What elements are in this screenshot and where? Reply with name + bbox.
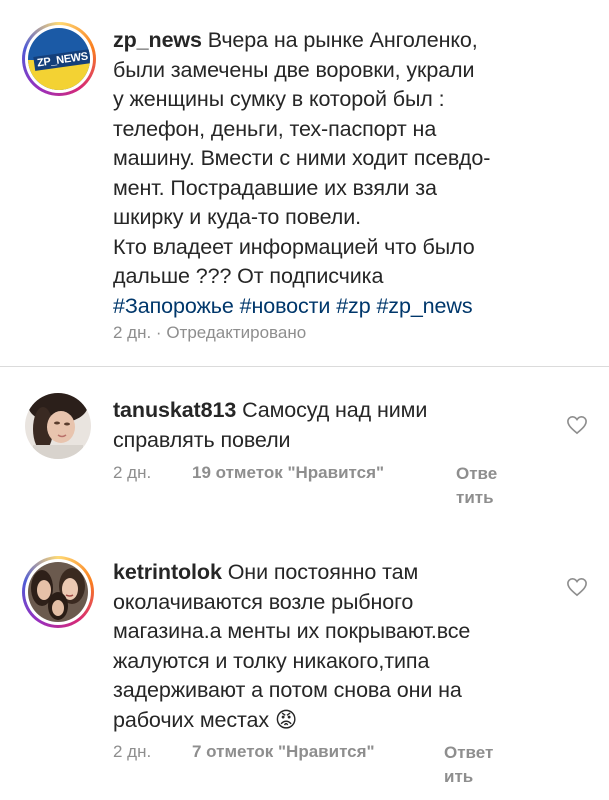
comment-line: задерживают а потом снова они на bbox=[113, 678, 462, 702]
hashtag-link[interactable]: #zp_news bbox=[376, 294, 472, 318]
comment-time: 2 дн. bbox=[113, 742, 152, 761]
comment-time: 2 дн. bbox=[113, 463, 152, 482]
caption-line: машину. Вмести с ними ходит псевдо- bbox=[113, 146, 491, 170]
user-photo-tanuskat bbox=[25, 393, 91, 459]
user-photo-ketrintolok bbox=[28, 562, 88, 622]
caption-line: дальше ??? От подписчика bbox=[113, 264, 384, 288]
comment-likes[interactable]: 19 отметок "Нравится" bbox=[192, 463, 384, 483]
caption-line: у женщины сумку в которой был : bbox=[113, 87, 445, 111]
comment-line: Они постоянно там bbox=[227, 560, 419, 584]
hashtag-link[interactable]: #Запорожье bbox=[113, 294, 234, 318]
reply-label: Отве bbox=[456, 464, 498, 483]
comment-line: околачиваются возле рыбного bbox=[113, 589, 414, 614]
angry-emoji: 😡 bbox=[274, 707, 298, 732]
comment-username[interactable]: ketrintolok bbox=[113, 560, 222, 584]
reply-label: Ответ bbox=[444, 743, 494, 762]
comment-line: Самосуд над ними bbox=[242, 398, 428, 422]
comment-line: рабочих местах bbox=[113, 707, 270, 732]
comment-likes[interactable]: 7 отметок "Нравится" bbox=[192, 742, 375, 762]
comment-line: магазина.а менты их покрывают.все bbox=[113, 619, 471, 643]
post-meta: 2 дн. · Отредактировано bbox=[113, 323, 307, 342]
caption-line: шкирку и куда-то повели. bbox=[113, 205, 362, 229]
zp-news-logo: ZP_NEWS bbox=[28, 28, 90, 90]
hashtag-link[interactable]: #новости bbox=[240, 294, 331, 318]
reply-button[interactable]: Отве тить bbox=[456, 462, 516, 510]
heart-icon[interactable] bbox=[566, 577, 588, 597]
comment-text: ketrintolok Они постоянно там околачиваю… bbox=[113, 558, 553, 735]
post-caption-text: zp_news Вчера на рынке Анголенко, были з… bbox=[113, 26, 593, 321]
reply-label: ить bbox=[444, 767, 474, 786]
post-author-avatar[interactable]: ZP_NEWS bbox=[22, 22, 96, 96]
reply-label: тить bbox=[456, 488, 494, 507]
avatar[interactable] bbox=[22, 556, 94, 628]
avatar[interactable] bbox=[25, 393, 91, 459]
comment-username[interactable]: tanuskat813 bbox=[113, 398, 236, 422]
hashtag-link[interactable]: #zp bbox=[336, 294, 370, 318]
heart-icon[interactable] bbox=[566, 415, 588, 435]
caption-line: Вчера на рынке Анголенко, bbox=[207, 28, 478, 52]
comment-text: tanuskat813 Самосуд над ними справлять п… bbox=[113, 396, 553, 455]
caption-line: мент. Пострадавшие их взяли за bbox=[113, 175, 437, 200]
comment-line: жалуются и толку никакого,типа bbox=[113, 648, 430, 673]
caption-line: телефон, деньги, тех-паспорт на bbox=[113, 116, 437, 141]
reply-button[interactable]: Ответ ить bbox=[444, 741, 504, 789]
caption-line: Кто владеет информацией что было bbox=[113, 234, 475, 259]
post-author-username[interactable]: zp_news bbox=[113, 28, 202, 52]
divider bbox=[0, 366, 609, 367]
comment-line: справлять повели bbox=[113, 427, 291, 452]
post-caption: ZP_NEWS zp_news Вчера на рынке Анголенко… bbox=[0, 0, 609, 366]
hashtags-line: #Запорожье #новости #zp #zp_news bbox=[113, 292, 593, 322]
caption-line: были замечены две воровки, украли bbox=[113, 57, 475, 82]
